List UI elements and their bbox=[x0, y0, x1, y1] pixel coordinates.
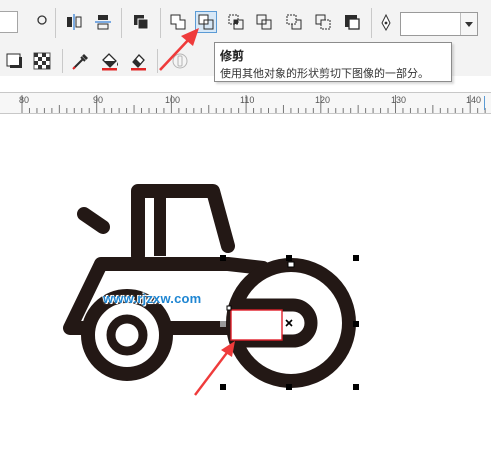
ruler-label: 80 bbox=[19, 95, 30, 105]
outline-width-dropdown[interactable] bbox=[400, 12, 478, 36]
simplify-icon[interactable] bbox=[253, 11, 275, 33]
eyedropper-icon[interactable] bbox=[70, 50, 92, 72]
ruler-label: 90 bbox=[93, 95, 104, 105]
object-size-field[interactable] bbox=[0, 11, 18, 33]
ruler-label: 140 bbox=[466, 95, 482, 105]
shape-node bbox=[226, 305, 232, 311]
drawing-canvas[interactable]: www.rjzxw.com bbox=[0, 114, 491, 462]
drop-shadow-icon[interactable] bbox=[4, 51, 26, 71]
fill-bucket-icon[interactable] bbox=[98, 50, 122, 72]
ruler-label: 110 bbox=[240, 95, 255, 105]
weld-icon[interactable] bbox=[167, 11, 189, 33]
trim-icon[interactable] bbox=[195, 11, 217, 33]
horizontal-ruler[interactable]: 80 90 100 110 120 130 140 bbox=[0, 92, 491, 114]
chevron-down-icon[interactable] bbox=[460, 13, 477, 35]
outline-pen-icon[interactable] bbox=[170, 51, 190, 71]
back-minus-front-icon[interactable] bbox=[312, 11, 334, 33]
pen-nib-icon bbox=[381, 13, 391, 32]
rear-wheel-hub bbox=[106, 314, 148, 356]
tractor-cab bbox=[131, 184, 235, 263]
outline-eraser-icon[interactable] bbox=[127, 50, 149, 72]
property-toolbar bbox=[0, 0, 491, 46]
tooltip-description: 使用其他对象的形状剪切下图像的一部分。 bbox=[220, 68, 429, 80]
combine-icon[interactable] bbox=[130, 11, 152, 33]
ruler-cursor-marker bbox=[484, 96, 485, 110]
watermark-text: www.rjzxw.com bbox=[103, 291, 202, 306]
mirror-horizontal-icon[interactable] bbox=[63, 11, 85, 33]
front-minus-back-icon[interactable] bbox=[283, 11, 305, 33]
trim-rectangle bbox=[230, 309, 283, 341]
intersect-icon[interactable] bbox=[225, 11, 247, 33]
trim-tooltip: 修剪 使用其他对象的形状剪切下图像的一部分。 bbox=[214, 42, 452, 82]
tractor-artwork bbox=[63, 184, 359, 396]
rear-wheel bbox=[81, 289, 173, 381]
boundary-icon[interactable] bbox=[341, 11, 363, 33]
ruler-label: 100 bbox=[165, 95, 181, 105]
ruler-label: 120 bbox=[315, 95, 331, 105]
lock-ratio-icon[interactable] bbox=[36, 14, 48, 26]
tooltip-title: 修剪 bbox=[220, 49, 245, 63]
transparency-icon[interactable] bbox=[32, 51, 52, 71]
annotation-arrow bbox=[194, 341, 235, 396]
mirror-vertical-icon[interactable] bbox=[92, 11, 114, 33]
center-marker-icon bbox=[285, 319, 293, 327]
rotation-node bbox=[287, 261, 295, 268]
tractor-exhaust bbox=[77, 207, 110, 234]
ruler-label: 130 bbox=[391, 95, 407, 105]
